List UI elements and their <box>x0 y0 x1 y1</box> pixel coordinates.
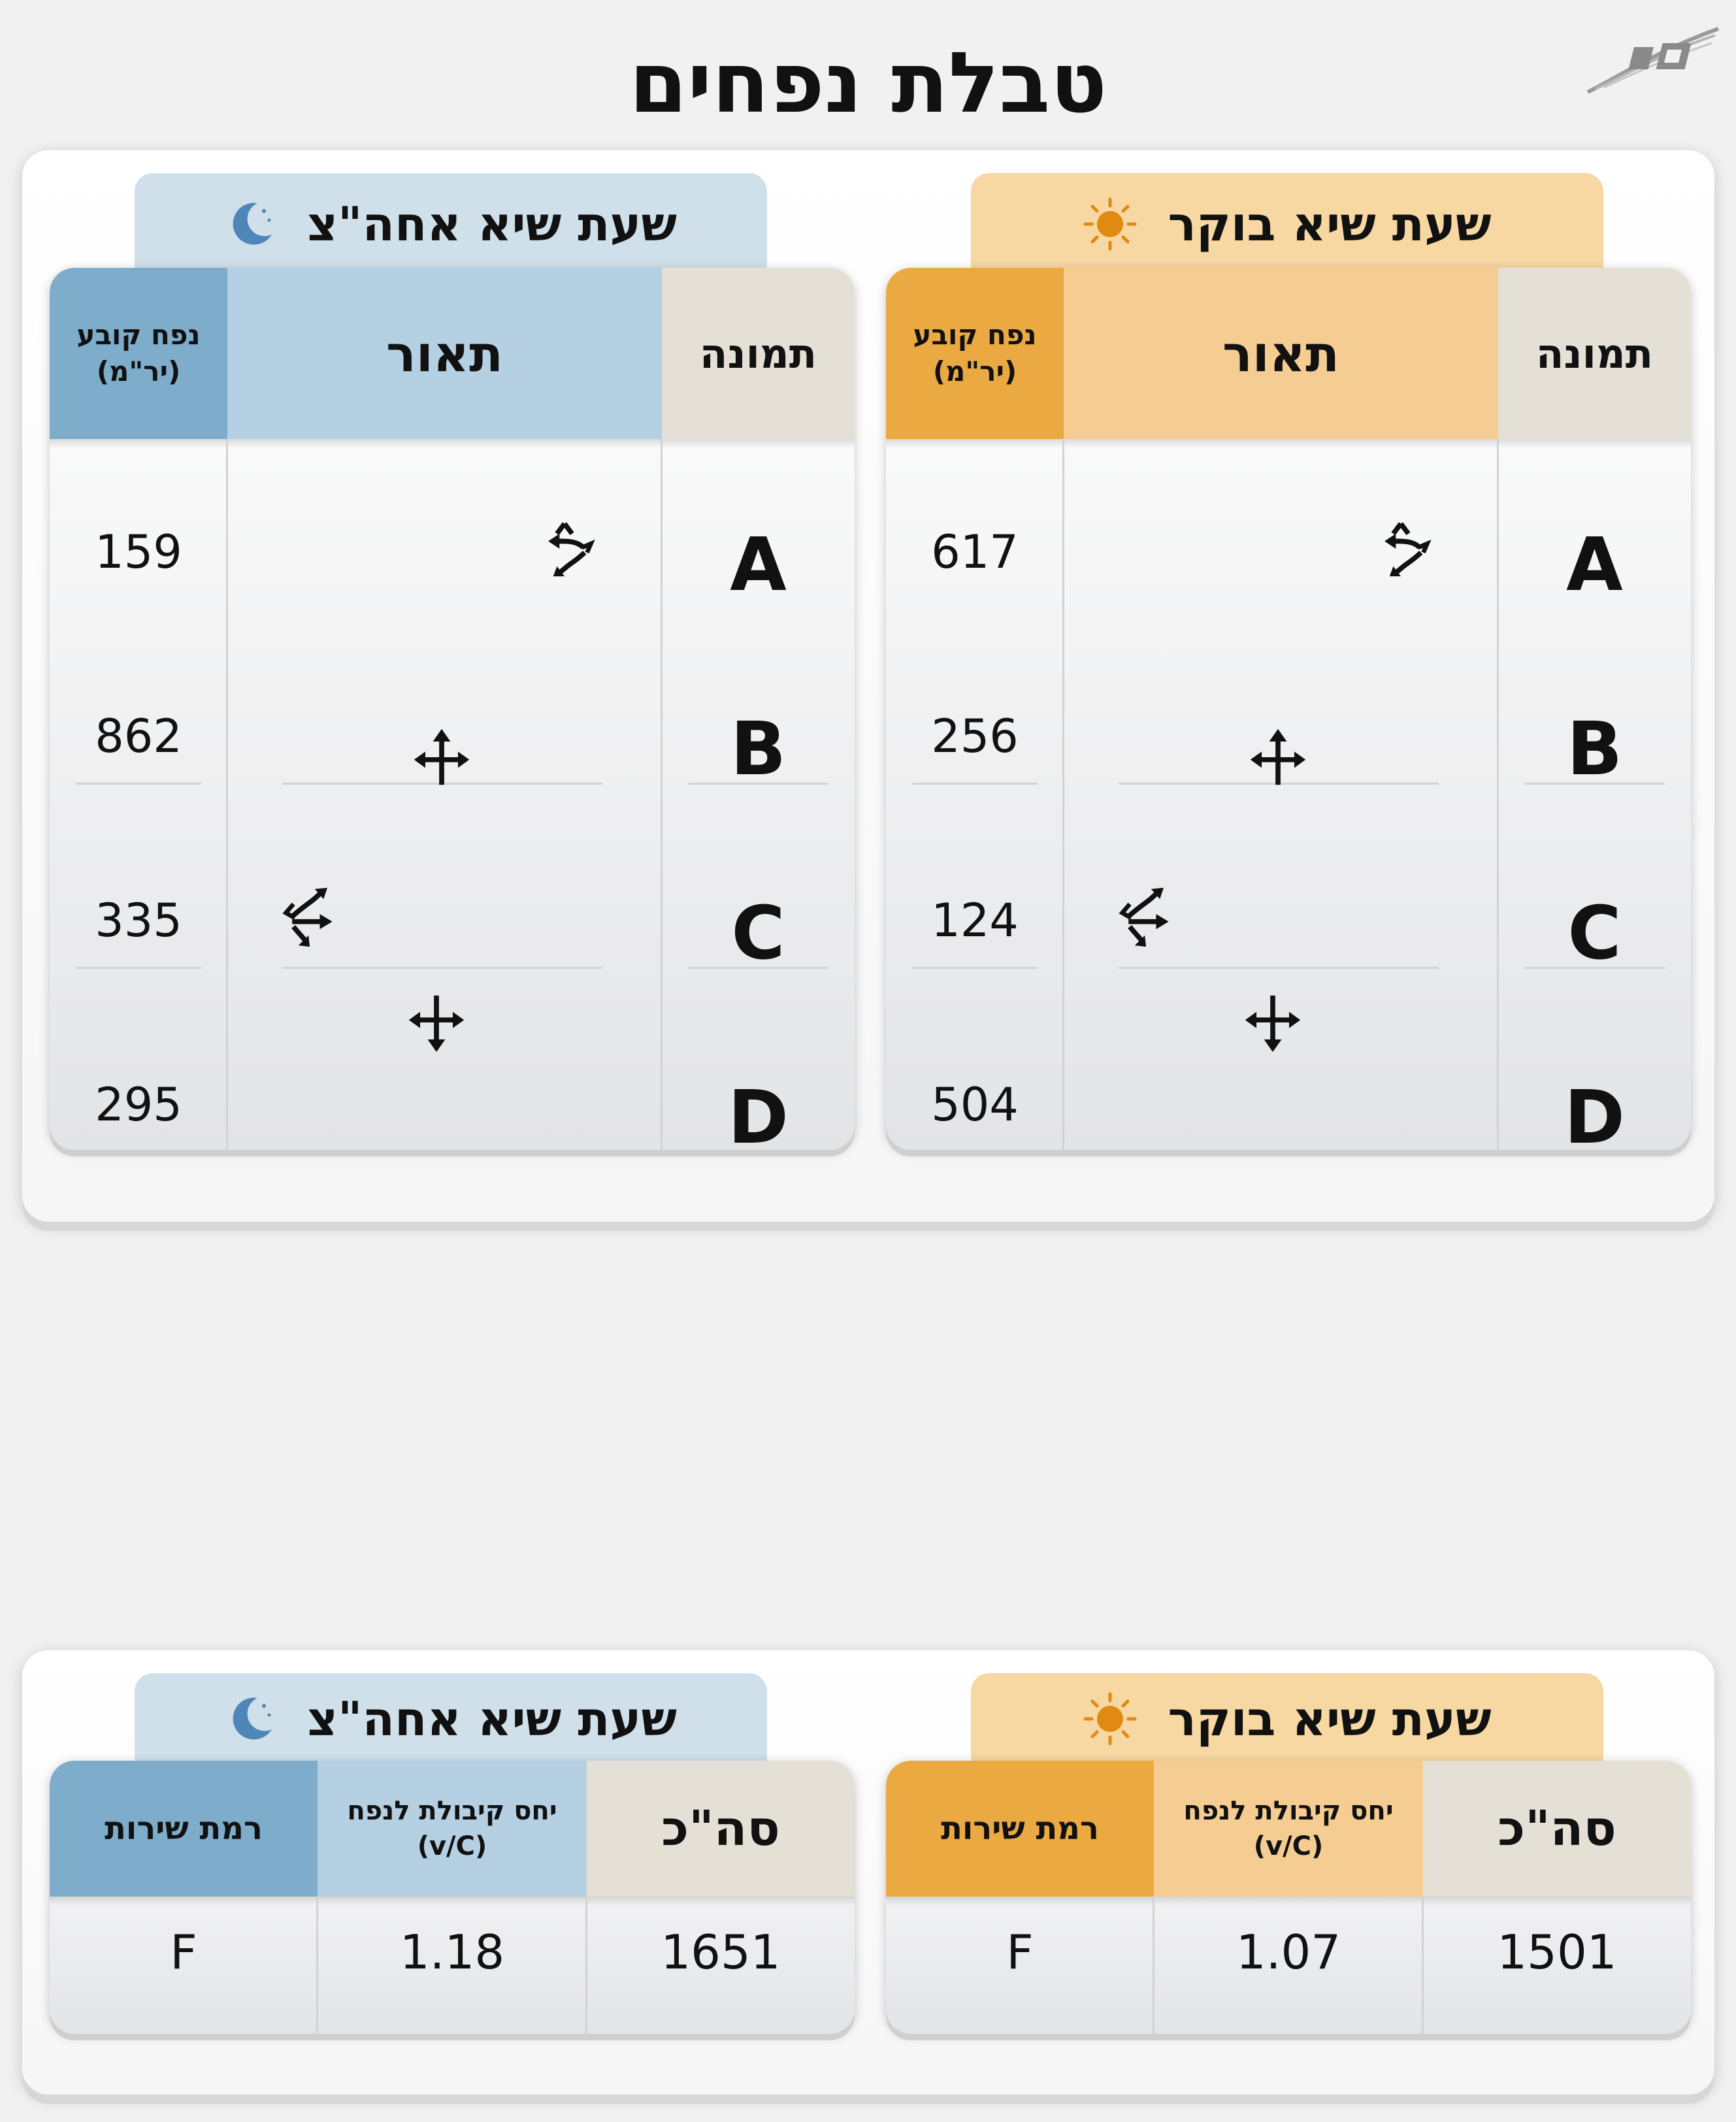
volume-header-line1: נפח קובע <box>76 319 201 351</box>
swap-arrows-icon <box>282 887 333 947</box>
phase-label: B <box>1566 707 1623 792</box>
evening-summary-tab: שעת שיא אחה"צ <box>135 1673 767 1765</box>
phase-volume: 295 <box>95 1078 182 1132</box>
phase-volume: 617 <box>931 525 1019 579</box>
row-divider <box>76 967 201 969</box>
phase-label: A <box>730 523 787 608</box>
total-header: סה"כ <box>1423 1761 1691 1897</box>
volume-header: נפח קובע (יר"מ) <box>886 268 1064 439</box>
volume-header: נפח קובע (יר"מ) <box>50 268 227 439</box>
level-of-service-value: F <box>1006 1925 1034 1980</box>
morning-tab-label: שעת שיא בוקר <box>1168 196 1492 252</box>
picture-header: תמונה <box>1498 268 1691 439</box>
evening-summary-tab-label: שעת שיא אחה"צ <box>307 1691 677 1746</box>
volume-header-line1: נפח קובע <box>913 319 1037 351</box>
sun-icon <box>1083 197 1137 250</box>
phase-label: C <box>731 891 785 976</box>
morning-tab: שעת שיא בוקר <box>971 173 1603 274</box>
four-way-arrows-icon <box>1245 995 1301 1053</box>
phase-volume: 124 <box>931 894 1019 947</box>
level-of-service-header: רמת שירות <box>886 1761 1154 1897</box>
vc-ratio-header: יחס קיבולת לנפח (v/C) <box>1154 1761 1423 1897</box>
vc-ratio-header-line1: יחס קיבולת לנפח <box>1183 1796 1394 1826</box>
header-shadow <box>50 439 855 448</box>
phase-label: D <box>728 1075 789 1150</box>
header-shadow <box>886 439 1691 448</box>
four-way-arrows-icon <box>414 728 470 785</box>
sun-icon <box>1083 1692 1137 1746</box>
picture-header: תמונה <box>662 268 855 439</box>
phase-volume: 256 <box>931 710 1019 763</box>
volume-header-line2: (יר"מ) <box>932 355 1017 387</box>
evening-tab-label: שעת שיא אחה"צ <box>307 196 677 252</box>
phase-label: C <box>1567 891 1622 976</box>
total-header: סה"כ <box>587 1761 855 1897</box>
phase-volume: 159 <box>95 525 182 579</box>
morning-summary-tab: שעת שיא בוקר <box>971 1673 1603 1765</box>
moon-icon <box>233 1697 272 1740</box>
morning-summary-tab-label: שעת שיא בוקר <box>1168 1691 1492 1746</box>
row-divider <box>1119 967 1439 969</box>
vc-ratio-header-line2: (v/C) <box>417 1831 487 1861</box>
morning-volumes-table: תמונה תאור נפח קובע (יר"מ) A 617 B 256 C… <box>886 268 1691 1150</box>
swap-arrows-icon <box>1119 887 1169 947</box>
page-title: טבלת נפחים <box>629 35 1107 132</box>
vc-ratio-header-line2: (v/C) <box>1253 1831 1324 1861</box>
swap-arrows-icon <box>1384 522 1432 577</box>
four-way-arrows-icon <box>1250 728 1306 785</box>
company-logo <box>1586 27 1720 94</box>
vc-ratio-value: 1.18 <box>399 1925 505 1980</box>
row-divider <box>76 783 201 785</box>
phase-label: D <box>1564 1075 1625 1150</box>
summary-panel: שעת שיא אחה"צ סה"כ יחס קיבולת לנפח (v/C) … <box>22 1650 1714 2095</box>
volume-header-line2: (יר"מ) <box>96 355 181 387</box>
phase-volume: 862 <box>95 710 182 763</box>
evening-summary-table: סה"כ יחס קיבולת לנפח (v/C) רמת שירות 1651… <box>50 1761 855 2034</box>
morning-summary-table: סה"כ יחס קיבולת לנפח (v/C) רמת שירות 1501… <box>886 1761 1691 2034</box>
phase-label: A <box>1566 523 1623 608</box>
vc-ratio-header-line1: יחס קיבולת לנפח <box>347 1796 557 1826</box>
level-of-service-value: F <box>170 1925 197 1980</box>
phase-volume: 335 <box>95 894 182 947</box>
vc-ratio-header: יחס קיבולת לנפח (v/C) <box>318 1761 587 1897</box>
row-divider <box>282 967 602 969</box>
total-value: 1501 <box>1497 1925 1617 1980</box>
evening-volumes-table: תמונה תאור נפח קובע (יר"מ) A 159 B 862 C… <box>50 268 855 1150</box>
vc-ratio-value: 1.07 <box>1236 1925 1341 1980</box>
swap-arrows-icon <box>548 522 595 577</box>
total-value: 1651 <box>661 1925 781 1980</box>
phase-volume: 504 <box>931 1078 1019 1132</box>
four-way-arrows-icon <box>408 995 465 1053</box>
moon-icon <box>233 203 272 245</box>
row-divider <box>912 967 1038 969</box>
description-header: תאור <box>1064 268 1498 439</box>
level-of-service-header: רמת שירות <box>50 1761 318 1897</box>
description-header: תאור <box>227 268 662 439</box>
evening-tab: שעת שיא אחה"צ <box>135 173 767 274</box>
row-divider <box>912 783 1038 785</box>
phase-label: B <box>730 707 787 792</box>
volumes-panel: שעת שיא אחה"צ תמונה תאור נפח קובע (יר"מ) <box>22 150 1714 1222</box>
